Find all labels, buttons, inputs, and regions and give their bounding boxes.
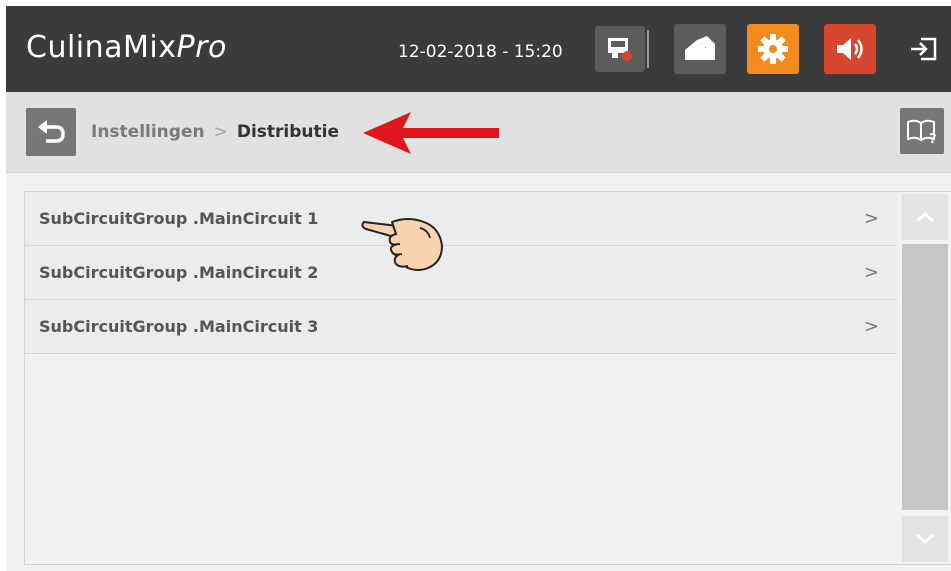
manual-help-icon: ? xyxy=(907,119,937,145)
breadcrumb-bar: Instellingen > Distributie ? xyxy=(6,92,951,173)
list-item[interactable]: SubCircuitGroup .MainCircuit 1 > xyxy=(25,192,897,246)
chevron-right-icon: > xyxy=(863,316,879,337)
list-item[interactable]: SubCircuitGroup .MainCircuit 3 > xyxy=(25,300,897,354)
gear-icon xyxy=(758,34,788,64)
back-button[interactable] xyxy=(26,108,76,156)
chevron-right-icon: > xyxy=(863,262,879,283)
chevron-right-icon: > xyxy=(863,208,879,229)
distribution-panel: SubCircuitGroup .MainCircuit 1 > SubCirc… xyxy=(24,191,951,565)
breadcrumb-separator: > xyxy=(213,122,228,142)
home-icon xyxy=(685,36,715,60)
back-arrow-icon xyxy=(38,120,65,143)
brand-suffix: Pro xyxy=(176,30,227,65)
datetime-display: 12-02-2018 - 15:20 xyxy=(398,42,563,62)
screen-record-button[interactable] xyxy=(595,26,645,72)
logout-button[interactable] xyxy=(898,24,950,74)
chevron-up-icon xyxy=(916,212,934,223)
breadcrumb-parent[interactable]: Instellingen xyxy=(91,122,205,142)
scrollbar[interactable] xyxy=(899,192,951,564)
annotation-arrow-icon xyxy=(363,112,499,154)
screen-record-icon xyxy=(608,38,632,61)
svg-text:?: ? xyxy=(929,132,937,145)
header-bar: CulinaMixPro 12-02-2018 - 15:20 xyxy=(6,6,951,92)
breadcrumb-current: Distributie xyxy=(236,122,339,142)
help-button[interactable]: ? xyxy=(900,108,944,154)
circuit-list: SubCircuitGroup .MainCircuit 1 > SubCirc… xyxy=(25,192,897,354)
scroll-down-button[interactable] xyxy=(902,516,948,562)
list-item-label: SubCircuitGroup .MainCircuit 3 xyxy=(39,317,319,336)
settings-button[interactable] xyxy=(747,24,799,74)
logout-icon xyxy=(911,37,937,61)
list-item[interactable]: SubCircuitGroup .MainCircuit 2 > xyxy=(25,246,897,300)
scroll-thumb[interactable] xyxy=(902,244,948,510)
breadcrumb: Instellingen > Distributie xyxy=(91,122,339,142)
speaker-icon xyxy=(837,38,863,60)
chevron-down-icon xyxy=(916,533,934,544)
brand-main: CulinaMix xyxy=(26,30,177,65)
app-screen: CulinaMixPro 12-02-2018 - 15:20 Instelli… xyxy=(6,6,951,571)
home-button[interactable] xyxy=(674,24,726,74)
pointing-hand-icon xyxy=(361,218,443,271)
scroll-up-button[interactable] xyxy=(902,194,948,240)
list-item-label: SubCircuitGroup .MainCircuit 1 xyxy=(39,209,319,228)
header-divider xyxy=(647,30,649,68)
brand-logo: CulinaMixPro xyxy=(26,30,227,65)
list-item-label: SubCircuitGroup .MainCircuit 2 xyxy=(39,263,319,282)
sound-button[interactable] xyxy=(824,24,876,74)
